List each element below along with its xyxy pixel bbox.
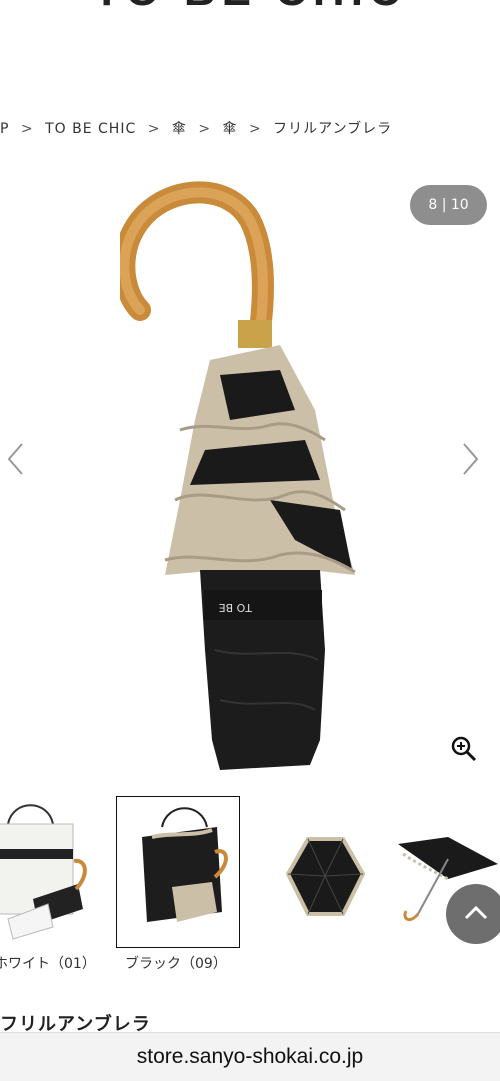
chevron-up-icon bbox=[464, 905, 488, 920]
counter-total: 10 bbox=[450, 197, 469, 213]
zoom-in-icon[interactable] bbox=[450, 735, 478, 763]
thumbnail-black[interactable] bbox=[116, 796, 240, 948]
counter-current: 8 bbox=[428, 197, 438, 213]
breadcrumb-separator: > bbox=[248, 121, 262, 137]
thumbnail-strip: ホワイト（01） ブラック（09） bbox=[0, 795, 500, 985]
breadcrumb-item-brand[interactable]: TO BE CHIC bbox=[45, 121, 136, 137]
thumbnail-label-white: ホワイト（01） bbox=[0, 956, 96, 972]
image-counter: 8 | 10 bbox=[410, 185, 487, 225]
brand-logo: TO BE CHIC bbox=[0, 0, 500, 16]
breadcrumb-separator: > bbox=[20, 121, 34, 137]
scroll-to-top-button[interactable] bbox=[446, 884, 500, 944]
breadcrumb-item-current: フリルアンブレラ bbox=[273, 121, 393, 137]
product-image-umbrella: TO BE bbox=[120, 181, 356, 770]
breadcrumb: P > TO BE CHIC > 傘 > 傘 > フリルアンブレラ bbox=[0, 118, 500, 138]
thumbnail-canopy-top[interactable] bbox=[258, 799, 380, 945]
browser-url-bar[interactable]: store.sanyo-shokai.co.jp bbox=[0, 1032, 500, 1081]
breadcrumb-item-subcategory[interactable]: 傘 bbox=[223, 118, 238, 138]
chevron-left-icon[interactable] bbox=[4, 440, 28, 478]
svg-text:TO BE: TO BE bbox=[219, 601, 253, 614]
thumbnail-white[interactable] bbox=[0, 799, 100, 945]
breadcrumb-separator: > bbox=[147, 121, 161, 137]
breadcrumb-item-category[interactable]: 傘 bbox=[172, 118, 187, 138]
breadcrumb-separator: > bbox=[198, 121, 212, 137]
breadcrumb-item-home[interactable]: P bbox=[0, 121, 9, 137]
thumbnail-label-black: ブラック（09） bbox=[125, 956, 227, 972]
chevron-right-icon[interactable] bbox=[458, 440, 482, 478]
counter-divider: | bbox=[441, 197, 447, 213]
